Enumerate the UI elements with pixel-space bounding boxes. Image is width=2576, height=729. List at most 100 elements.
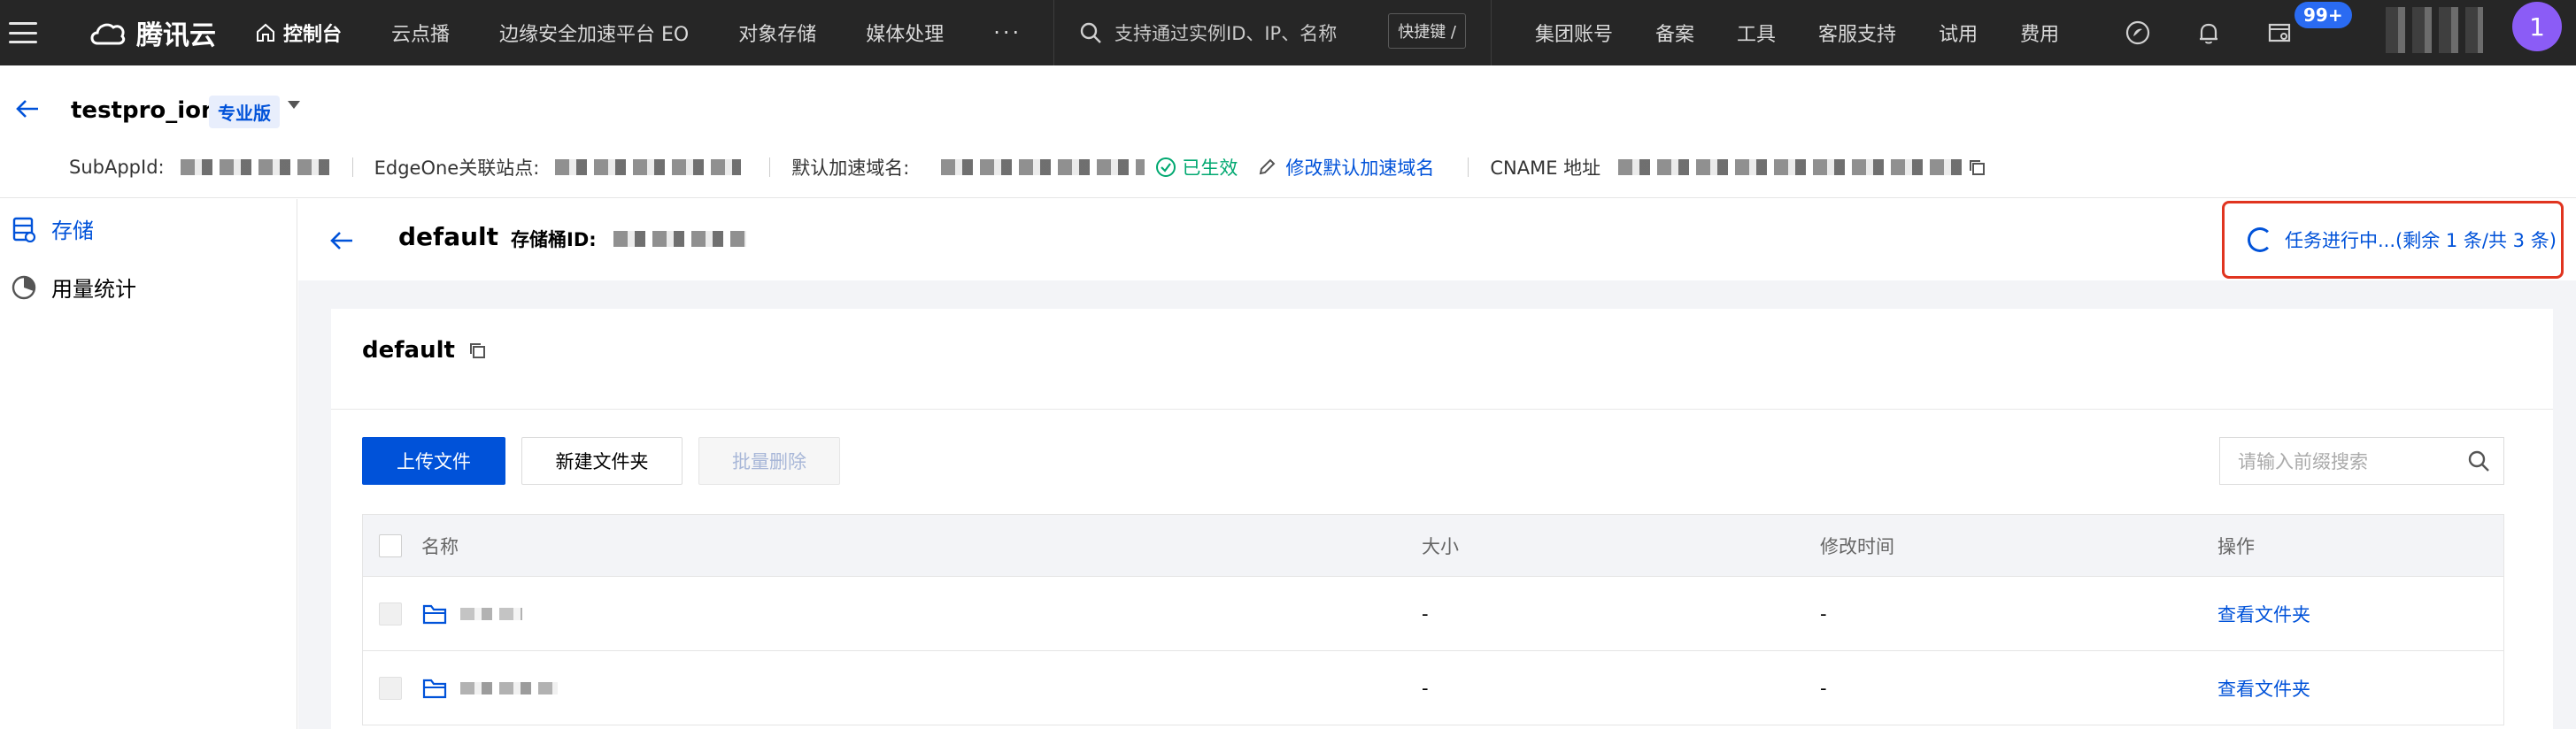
column-header-size: 大小 (1422, 535, 1459, 557)
card-title: default (362, 337, 487, 364)
divider (1468, 157, 1469, 177)
back-arrow-icon[interactable] (14, 96, 41, 122)
nav-vod[interactable]: 云点播 (366, 0, 474, 65)
nav-filing[interactable]: 备案 (1634, 19, 1716, 47)
nav-trial[interactable]: 试用 (1917, 19, 1999, 47)
default-domain-field: 默认加速域名: 已生效 修改默认加速域名 (791, 154, 1434, 180)
bucket-header: default 存储桶ID: 任务进行中...(剩余 1 条/共 3 条) (298, 199, 2576, 280)
logo-text: 腾讯云 (136, 20, 216, 51)
task-progress-indicator[interactable]: 任务进行中...(剩余 1 条/共 3 条) (2222, 201, 2564, 279)
table-header-row: 名称 大小 修改时间 操作 (363, 515, 2503, 577)
bucket-id-label: 存储桶ID: (511, 229, 597, 250)
task-status-text: 任务进行中...(剩余 1 条/共 3 条) (2285, 230, 2557, 251)
default-domain-value-redacted (941, 159, 1145, 175)
account-name-redacted[interactable] (2386, 7, 2483, 53)
bucket-id-redacted (613, 231, 746, 247)
table-row: - - 查看文件夹 (363, 651, 2503, 725)
edition-badge: 专业版 (209, 96, 280, 128)
sidebar: 存储 用量统计 (0, 199, 297, 729)
loading-spinner-icon (2248, 227, 2272, 252)
view-folder-link[interactable]: 查看文件夹 (2217, 651, 2310, 725)
upload-file-button[interactable]: 上传文件 (362, 437, 505, 485)
folder-name-redacted (460, 681, 558, 694)
edgeone-label: EdgeOne关联站点: (374, 157, 540, 179)
edgeone-value-redacted (555, 159, 742, 175)
folder-icon (422, 604, 447, 624)
modified-cell: - (1820, 602, 1827, 625)
avatar[interactable]: 1 (2512, 2, 2562, 51)
folder-name-cell[interactable] (421, 577, 522, 650)
domain-status-text: 已生效 (1182, 157, 1238, 179)
console-link[interactable]: 控制台 (255, 0, 366, 65)
back-arrow-icon[interactable] (328, 227, 355, 254)
divider (351, 157, 353, 177)
top-navbar: 腾讯云 控制台 云点播 边缘安全加速平台 EO 对象存储 媒体处理 ··· 支持… (0, 0, 2576, 65)
global-search-placeholder: 支持通过实例ID、IP、名称 (1114, 23, 1338, 44)
modify-domain-link[interactable]: 修改默认加速域名 (1285, 154, 1434, 180)
notification-badge: 99+ (2294, 2, 2352, 28)
ticket-settings-icon[interactable] (2266, 19, 2293, 46)
top-nav: 控制台 云点播 边缘安全加速平台 EO 对象存储 媒体处理 ··· (255, 0, 1046, 65)
table-row: - - 查看文件夹 (363, 577, 2503, 651)
search-icon (1080, 22, 1101, 43)
subappid-label: SubAppId: (69, 157, 165, 178)
right-nav: 集团账号 备案 工具 客服支持 试用 费用 (1514, 0, 2080, 65)
edgeone-site-field: EdgeOne关联站点: (374, 154, 742, 180)
view-folder-link[interactable]: 查看文件夹 (2217, 577, 2310, 650)
size-cell: - (1422, 602, 1429, 625)
batch-delete-button: 批量删除 (698, 437, 840, 485)
tencent-cloud-logo[interactable]: 腾讯云 (89, 13, 216, 52)
nav-edgeone[interactable]: 边缘安全加速平台 EO (474, 0, 713, 65)
sidebar-item-label: 存储 (51, 219, 94, 243)
cname-label: CNAME 地址 (1490, 157, 1601, 179)
select-all-checkbox[interactable] (379, 533, 402, 557)
column-header-name: 名称 (421, 535, 459, 557)
size-cell: - (1422, 677, 1429, 699)
menu-icon[interactable] (9, 22, 37, 43)
cname-field: CNAME 地址 (1490, 154, 1986, 180)
nav-cos[interactable]: 对象存储 (713, 0, 841, 65)
cloud-logo-icon (90, 23, 126, 45)
pie-chart-icon (12, 275, 36, 299)
caret-down-icon[interactable] (288, 101, 300, 109)
search-icon[interactable] (2466, 449, 2491, 473)
console-label: 控制台 (283, 24, 343, 46)
folder-name-redacted (460, 607, 522, 620)
column-header-modified: 修改时间 (1820, 535, 1894, 557)
search-shortcut-hint: 快捷键 / (1388, 13, 1466, 49)
column-header-actions: 操作 (2217, 535, 2255, 557)
assistant-icon[interactable] (2125, 19, 2151, 46)
subappid-value-redacted (180, 159, 331, 175)
nav-tools[interactable]: 工具 (1716, 19, 1797, 47)
global-search[interactable]: 支持通过实例ID、IP、名称 快捷键 / (1053, 0, 1492, 65)
instance-header: testpro_ion 专业版 SubAppId: EdgeOne关联站点: 默… (0, 65, 2576, 198)
edit-icon[interactable] (1257, 157, 1276, 177)
sidebar-item-usage[interactable]: 用量统计 (11, 272, 136, 303)
home-icon (257, 23, 274, 42)
bell-icon[interactable] (2195, 19, 2222, 46)
nav-support[interactable]: 客服支持 (1797, 19, 1917, 47)
storage-icon (12, 217, 36, 242)
nav-group-account[interactable]: 集团账号 (1514, 19, 1634, 47)
nav-mps[interactable]: 媒体处理 (841, 0, 968, 65)
prefix-search-input[interactable]: 请输入前缀搜索 (2219, 437, 2504, 485)
bucket-name: default (398, 222, 499, 251)
copy-icon[interactable] (1967, 157, 1986, 177)
check-circle-icon (1156, 157, 1176, 177)
divider (769, 157, 771, 177)
divider (331, 409, 2553, 410)
copy-icon[interactable] (467, 341, 487, 360)
default-domain-label: 默认加速域名: (791, 157, 910, 179)
subappid-field: SubAppId: (69, 157, 331, 178)
sidebar-item-storage[interactable]: 存储 (11, 213, 94, 244)
sidebar-item-label: 用量统计 (51, 277, 136, 302)
new-folder-button[interactable]: 新建文件夹 (521, 437, 683, 485)
nav-more[interactable]: ··· (968, 0, 1046, 65)
nav-billing[interactable]: 费用 (1999, 19, 2080, 47)
domain-status: 已生效 (1155, 154, 1238, 180)
folder-icon (422, 679, 447, 698)
row-checkbox[interactable] (379, 676, 402, 700)
folder-name-cell[interactable] (421, 651, 558, 725)
file-list-card: default 上传文件 新建文件夹 批量删除 请输入前缀搜索 名称 大小 修改… (331, 309, 2553, 729)
row-checkbox[interactable] (379, 602, 402, 625)
